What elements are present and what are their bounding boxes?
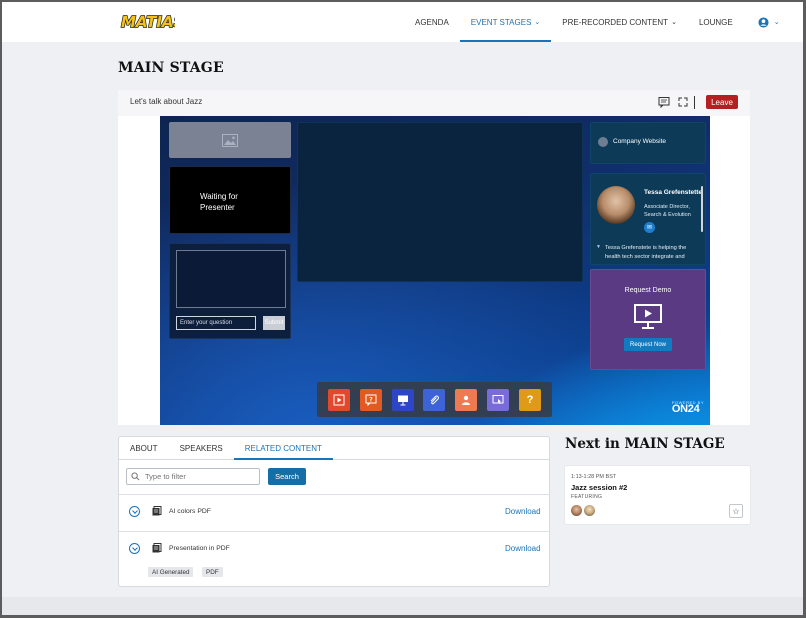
featuring-label: FEATURING xyxy=(571,494,603,500)
speaker-photo xyxy=(597,186,635,224)
speaker-bio-icon[interactable] xyxy=(455,388,478,411)
speaker-bio-widget: Tessa Grefenstette Associate Director, S… xyxy=(590,173,706,265)
filter-box xyxy=(126,468,260,485)
presentation-screen-icon xyxy=(634,304,662,329)
list-item: Presentation in PDF Download AI Generate… xyxy=(119,531,549,586)
nav-pre-recorded-label: PRE-RECORDED CONTENT xyxy=(562,17,669,27)
screen-share-icon[interactable] xyxy=(487,388,510,411)
nav-lounge-label: LOUNGE xyxy=(698,17,733,27)
footer xyxy=(2,597,803,615)
speaker-role: Associate Director, Search & Evolution xyxy=(644,204,691,218)
tab-speakers[interactable]: SPEAKERS xyxy=(169,437,234,459)
next-section-heading: Next in MAIN STAGE xyxy=(565,436,725,452)
account-menu-button[interactable]: ⌄ xyxy=(744,16,780,28)
session-title: Jazz session #2 xyxy=(571,483,628,492)
link-icon xyxy=(598,137,608,147)
chevron-down-icon: ⌄ xyxy=(671,19,677,26)
event-console: Waiting for Presenter Enter your questio… xyxy=(160,116,710,425)
filter-input[interactable] xyxy=(145,471,255,482)
media-player-icon[interactable] xyxy=(327,388,350,411)
star-icon: ☆ xyxy=(732,506,740,516)
request-now-button[interactable]: Request Now xyxy=(624,338,672,351)
on24-brand-logo: POWERED BY ON24 xyxy=(672,400,704,415)
request-demo-widget: Request Demo Request Now xyxy=(590,269,706,370)
chevron-down-icon: ⌄ xyxy=(773,19,780,26)
content-tabs-panel: ABOUT SPEAKERS RELATED CONTENT Search AI… xyxy=(118,436,550,587)
help-icon[interactable]: ? xyxy=(518,388,541,411)
slides-icon[interactable] xyxy=(391,388,414,411)
tag-chip: PDF xyxy=(202,567,223,577)
company-website-label: Company Website xyxy=(613,138,666,145)
session-time: 1:13-1:28 PM BST xyxy=(571,474,617,480)
speaker-bio: Tessa Grefenstete is helping the health … xyxy=(605,245,687,260)
chevron-down-icon: ⌄ xyxy=(534,19,541,26)
stage-container: Waiting for Presenter Enter your questio… xyxy=(118,116,750,425)
chat-icon[interactable] xyxy=(658,96,670,108)
company-website-widget[interactable]: Company Website xyxy=(590,122,706,164)
qa-history xyxy=(176,250,286,308)
resources-icon[interactable] xyxy=(423,388,446,411)
scrollbar[interactable] xyxy=(701,186,703,232)
qa-widget: Enter your question Submit xyxy=(169,243,291,339)
download-link[interactable]: Download xyxy=(505,544,541,553)
nav-event-stages-label: EVENT STAGES xyxy=(470,17,532,27)
widget-dock: ? ? xyxy=(317,382,552,417)
session-title: Let's talk about Jazz xyxy=(130,97,203,106)
file-name: Presentation in PDF xyxy=(169,545,230,552)
request-demo-title: Request Demo xyxy=(624,287,672,294)
question-input[interactable]: Enter your question xyxy=(176,316,256,330)
brand-name: ON24 xyxy=(671,403,700,415)
image-placeholder-tile xyxy=(169,122,291,158)
matias-logo[interactable]: MATIAS xyxy=(119,11,175,31)
next-session-card[interactable]: 1:13-1:28 PM BST Jazz session #2 FEATURI… xyxy=(565,466,750,524)
search-button[interactable]: Search xyxy=(268,468,306,485)
nav-pre-recorded-content[interactable]: PRE-RECORDED CONTENT ⌄ xyxy=(551,2,688,42)
list-item: AI colors PDF Download xyxy=(119,494,549,530)
expand-chevron-icon[interactable] xyxy=(129,543,140,554)
user-circle-icon xyxy=(758,16,769,28)
qa-icon[interactable]: ? xyxy=(359,388,382,411)
page-title: MAIN STAGE xyxy=(118,60,224,76)
email-icon[interactable]: ✉ xyxy=(644,222,655,233)
nav-lounge[interactable]: LOUNGE xyxy=(688,2,744,42)
tab-bar: ABOUT SPEAKERS RELATED CONTENT xyxy=(119,437,549,460)
question-submit-button[interactable]: Submit xyxy=(263,316,285,330)
nav-agenda[interactable]: AGENDA xyxy=(404,2,460,42)
favorite-star-button[interactable]: ☆ xyxy=(729,504,743,518)
stage-header-bar: Let's talk about Jazz Leave xyxy=(118,90,750,117)
document-icon xyxy=(152,506,162,516)
avatar xyxy=(584,505,595,516)
tab-related-content[interactable]: RELATED CONTENT xyxy=(233,437,334,460)
logo-text: MATIAS xyxy=(121,13,175,31)
download-link[interactable]: Download xyxy=(505,507,541,516)
app-window: MATIAS AGENDA EVENT STAGES⌄ PRE-RECORDED… xyxy=(2,2,803,615)
avatar xyxy=(571,505,582,516)
file-name: AI colors PDF xyxy=(169,508,211,515)
slides-widget xyxy=(297,122,583,282)
svg-text:?: ? xyxy=(369,396,373,403)
nav-agenda-label: AGENDA xyxy=(415,17,449,27)
chevron-down-icon[interactable]: ▼ xyxy=(596,244,601,250)
image-icon xyxy=(222,133,238,147)
search-icon xyxy=(131,472,140,481)
nav-event-stages[interactable]: EVENT STAGES ⌄ xyxy=(459,2,552,42)
main-nav: AGENDA EVENT STAGES ⌄ PRE-RECORDED CONTEN… xyxy=(404,2,780,42)
tab-about[interactable]: ABOUT xyxy=(119,437,169,459)
leave-button[interactable]: Leave xyxy=(706,95,738,109)
tag-chip: AI Generated xyxy=(148,567,194,577)
speaker-name: Tessa Grefenstette xyxy=(644,189,703,196)
fullscreen-icon[interactable] xyxy=(677,96,689,108)
top-navigation-bar: MATIAS AGENDA EVENT STAGES⌄ PRE-RECORDED… xyxy=(2,2,803,42)
toolbar-divider xyxy=(694,96,695,109)
waiting-message: Waiting for Presenter xyxy=(200,192,238,212)
document-icon xyxy=(152,543,162,553)
presenter-video-tile: Waiting for Presenter xyxy=(169,166,291,234)
expand-chevron-icon[interactable] xyxy=(129,506,140,517)
